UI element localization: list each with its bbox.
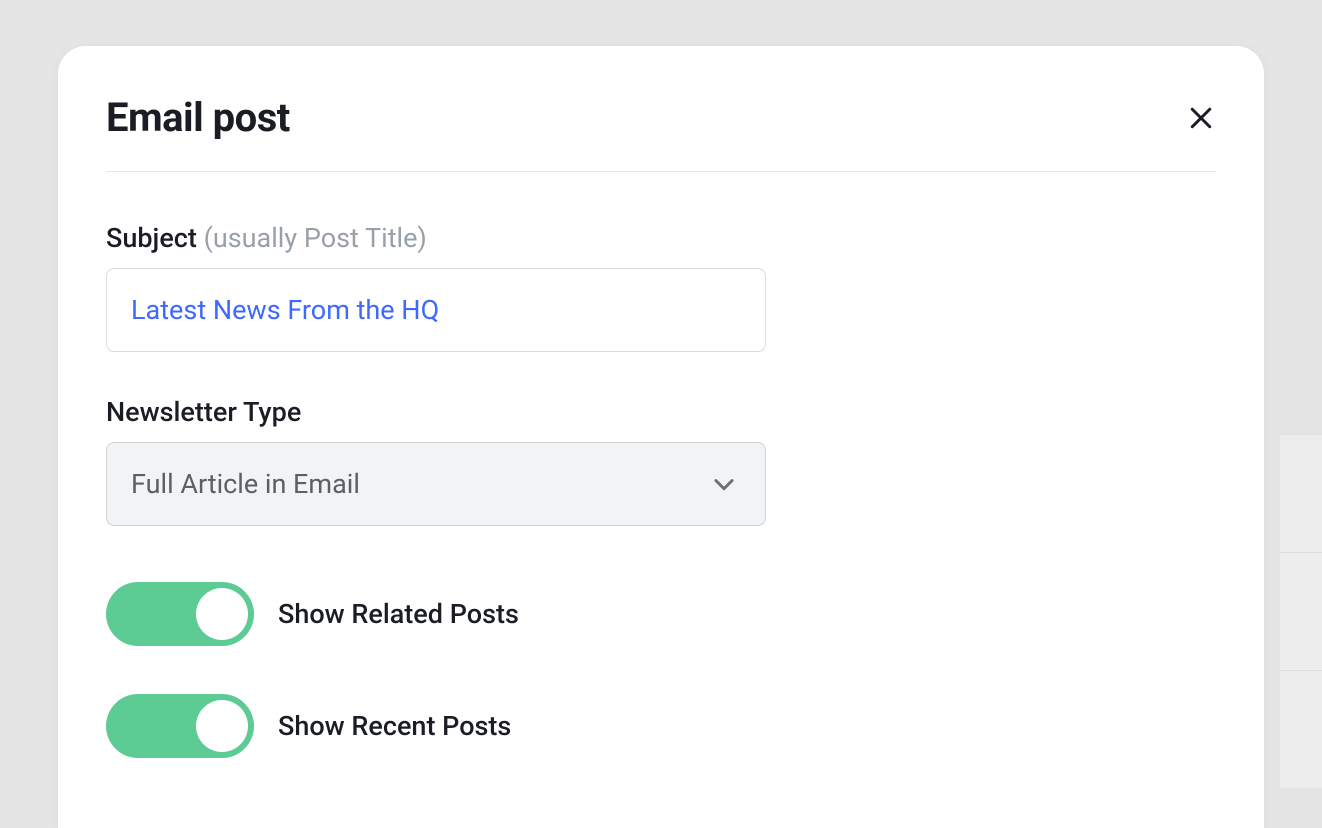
subject-input[interactable] bbox=[106, 268, 766, 352]
subject-label-text: Subject bbox=[106, 222, 197, 254]
background-row bbox=[1280, 670, 1322, 788]
modal-title: Email post bbox=[106, 94, 290, 141]
show-recent-label: Show Recent Posts bbox=[278, 710, 511, 742]
newsletter-type-select-wrap: Full Article in Email bbox=[106, 442, 766, 526]
newsletter-type-label: Newsletter Type bbox=[106, 396, 1216, 428]
show-related-row: Show Related Posts bbox=[106, 582, 1216, 646]
subject-label-hint: (usually Post Title) bbox=[204, 222, 427, 254]
newsletter-type-select[interactable]: Full Article in Email bbox=[106, 442, 766, 526]
subject-label: Subject (usually Post Title) bbox=[106, 222, 1216, 254]
show-related-label: Show Related Posts bbox=[278, 598, 519, 630]
close-icon[interactable] bbox=[1186, 103, 1216, 133]
background-row bbox=[1280, 552, 1322, 670]
newsletter-type-field-group: Newsletter Type Full Article in Email bbox=[106, 396, 1216, 526]
background-row bbox=[1280, 434, 1322, 552]
email-post-modal: Email post Subject (usually Post Title) … bbox=[58, 46, 1264, 828]
modal-header: Email post bbox=[106, 94, 1216, 172]
toggles-section: Show Related Posts Show Recent Posts bbox=[106, 570, 1216, 758]
show-related-toggle[interactable] bbox=[106, 582, 254, 646]
toggle-knob bbox=[196, 588, 248, 640]
background-rows bbox=[1280, 434, 1322, 788]
show-recent-row: Show Recent Posts bbox=[106, 694, 1216, 758]
show-recent-toggle[interactable] bbox=[106, 694, 254, 758]
toggle-knob bbox=[196, 700, 248, 752]
subject-field-group: Subject (usually Post Title) bbox=[106, 222, 1216, 352]
